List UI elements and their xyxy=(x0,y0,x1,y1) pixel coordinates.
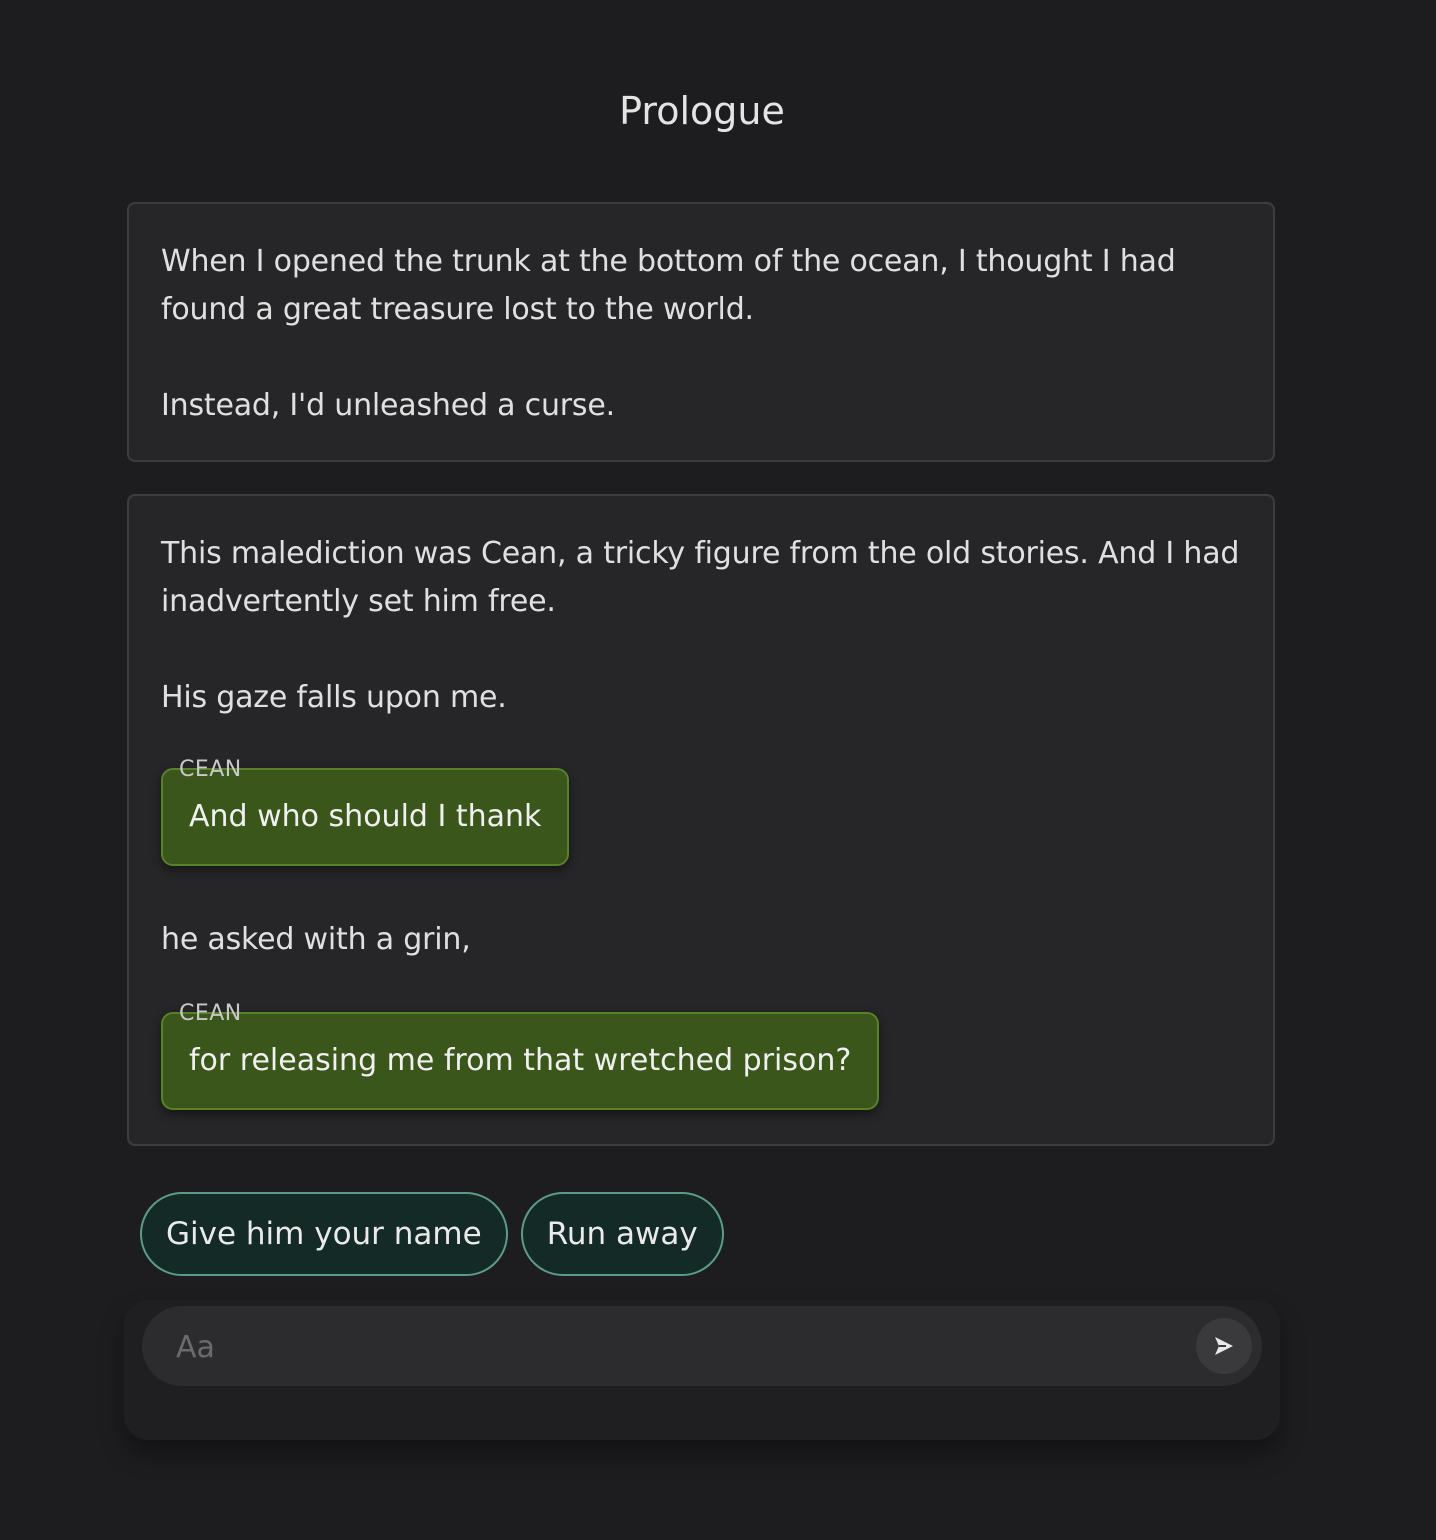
story-paragraph: His gaze falls upon me. xyxy=(161,680,507,715)
story-paragraph: This malediction was Cean, a tricky figu… xyxy=(161,536,1240,619)
message-composer xyxy=(142,1306,1262,1388)
story-paragraph: Instead, I'd unleashed a curse. xyxy=(161,388,615,423)
send-arrow-icon xyxy=(1215,1337,1233,1355)
choice-buttons: Give him your name Run away xyxy=(140,1192,724,1276)
choice-give-name-button[interactable]: Give him your name xyxy=(140,1192,508,1276)
story-narration: he asked with a grin, xyxy=(161,922,471,957)
speaker-label: CEAN xyxy=(179,757,242,782)
story-card-encounter: This malediction was Cean, a tricky figu… xyxy=(127,494,1275,1146)
story-paragraph: When I opened the trunk at the bottom of… xyxy=(161,244,1176,327)
speaker-label: CEAN xyxy=(179,1001,242,1026)
choice-run-away-button[interactable]: Run away xyxy=(520,1192,724,1276)
dialogue-bubble: And who should I thank xyxy=(161,768,570,866)
story-card-intro: When I opened the trunk at the bottom of… xyxy=(127,202,1275,462)
send-button[interactable] xyxy=(1196,1318,1252,1374)
page-title: Prologue xyxy=(619,89,785,133)
message-input[interactable] xyxy=(174,1306,1178,1388)
dialogue-bubble: for releasing me from that wretched pris… xyxy=(161,1012,880,1110)
